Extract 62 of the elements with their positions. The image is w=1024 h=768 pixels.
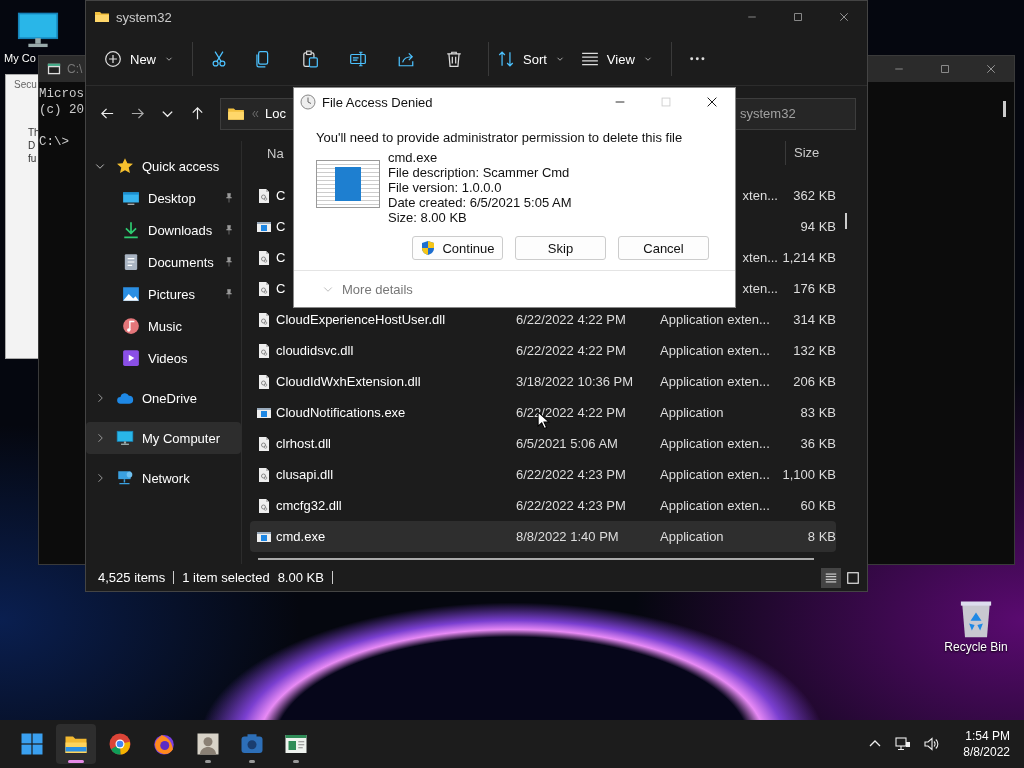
status-text: 8.00 KB xyxy=(277,571,333,584)
date-modified: 6/5/2021 5:06 AM xyxy=(516,436,618,451)
file-size: 206 KB xyxy=(792,374,836,389)
file-type: Application exten... xyxy=(660,374,770,389)
file-name: C xyxy=(276,281,286,296)
window-title: Secu xyxy=(14,79,37,90)
file-detail: Date created: 6/5/2021 5:05 AM xyxy=(388,195,572,210)
file-size: 94 KB xyxy=(799,219,836,234)
status-text: 1 item selected xyxy=(182,570,270,585)
file-name: cloudidsvc.dll xyxy=(276,343,354,358)
text-line: fu xyxy=(28,152,37,165)
file-name: C xyxy=(276,188,286,203)
file-name: cmd.exe xyxy=(276,529,326,544)
file-type: Application exten... xyxy=(660,498,770,513)
file-size: 8 KB xyxy=(806,529,836,544)
window-title: system32 xyxy=(116,9,172,25)
console-prompt: C:\> xyxy=(39,134,69,150)
file-type: Application exten... xyxy=(660,343,770,358)
file-name: clrhost.dll xyxy=(276,436,331,451)
file-name: clusapi.dll xyxy=(276,467,334,482)
date-modified: 6/22/2022 4:22 PM xyxy=(516,405,626,420)
file-name: cmcfg32.dll xyxy=(276,498,342,513)
console-text: (c) 20 xyxy=(39,102,84,118)
file-name: CloudExperienceHostUser.dll xyxy=(276,312,446,327)
file-detail: Size: 8.00 KB xyxy=(388,210,468,225)
file-name: CloudIdWxhExtension.dll xyxy=(276,374,421,389)
file-detail: File version: 1.0.0.0 xyxy=(388,180,503,195)
file-detail: File description: Scammer Cmd xyxy=(388,165,571,180)
window-title: C:\ xyxy=(67,62,83,76)
file-type: xten... xyxy=(742,281,778,296)
dialog-message: You'll need to provide administrator permission to delete this file xyxy=(315,129,684,146)
file-size: 176 KB xyxy=(792,281,836,296)
file-size: 314 KB xyxy=(792,312,836,327)
date-modified: 8/8/2022 1:40 PM xyxy=(516,529,619,544)
dialog-title: File Access Denied xyxy=(322,94,433,110)
file-size: 132 KB xyxy=(792,343,836,358)
file-type: Application xyxy=(660,405,724,420)
file-size: 60 KB xyxy=(799,498,836,513)
file-type: xten... xyxy=(742,188,778,203)
address-text: Loc xyxy=(265,106,286,121)
file-type: Application xyxy=(660,529,724,544)
file-size: 1,214 KB xyxy=(781,250,836,265)
file-name: C xyxy=(276,250,286,265)
status-text: 4,525 items xyxy=(98,571,175,584)
file-type: xten... xyxy=(742,250,778,265)
date-modified: 6/22/2022 4:23 PM xyxy=(516,498,626,513)
date-modified: 3/18/2022 10:36 PM xyxy=(516,374,634,389)
file-size: 362 KB xyxy=(792,188,836,203)
file-name: cmd.exe xyxy=(388,150,439,165)
date-modified: 6/22/2022 4:23 PM xyxy=(516,467,626,482)
file-name: CloudNotifications.exe xyxy=(276,405,406,420)
file-name: C xyxy=(276,219,286,234)
file-type: Application exten... xyxy=(660,312,770,327)
file-type: Application exten... xyxy=(660,436,770,451)
file-size: 83 KB xyxy=(799,405,836,420)
console-text: Micros xyxy=(39,86,84,102)
file-size: 1,100 KB xyxy=(781,467,836,482)
file-size: 36 KB xyxy=(799,436,836,451)
date-modified: 6/22/2022 4:22 PM xyxy=(516,312,626,327)
date-modified: 6/22/2022 4:22 PM xyxy=(516,343,626,358)
file-type: Application exten... xyxy=(660,467,770,482)
text-line: D xyxy=(28,139,36,152)
